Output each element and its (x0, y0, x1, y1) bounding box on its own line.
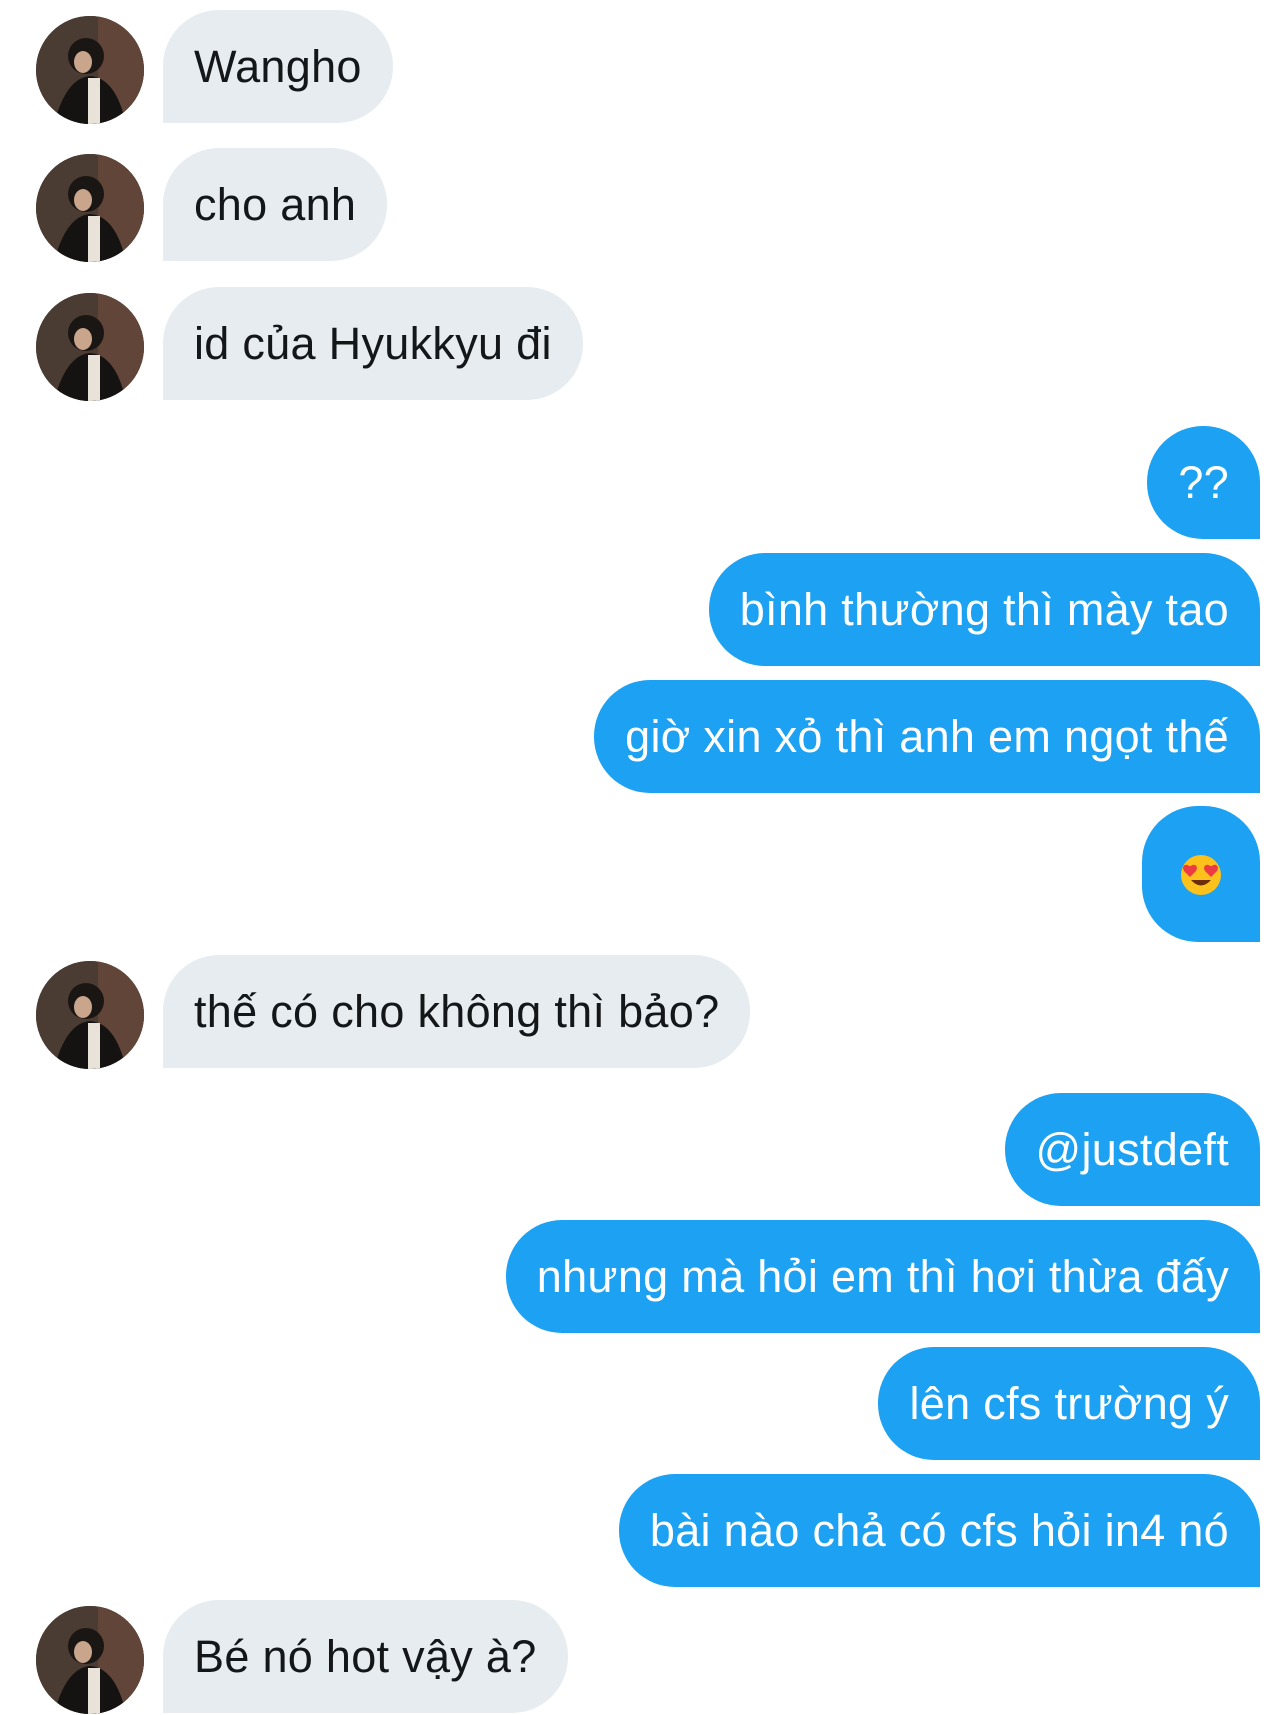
avatar[interactable] (36, 16, 144, 124)
message-bubble[interactable]: bài nào chả có cfs hỏi in4 nó (618, 1474, 1260, 1587)
message-bubble[interactable]: cho anh (163, 148, 388, 261)
message-thread[interactable]: Wangho cho anh id của Hyukkyu đi ?? bình… (0, 0, 1284, 1715)
message-bubble[interactable]: ?? (1147, 426, 1260, 539)
message-row-outgoing: bình thường thì mày tao (0, 553, 1284, 666)
message-bubble[interactable]: lên cfs trường ý (878, 1347, 1260, 1460)
message-bubble[interactable]: @justdeft (1004, 1093, 1260, 1206)
message-bubble[interactable]: nhưng mà hỏi em thì hơi thừa đấy (505, 1220, 1260, 1333)
message-bubble[interactable]: Bé nó hot vậy à? (163, 1600, 568, 1713)
message-row-outgoing (0, 806, 1284, 942)
message-row-outgoing: nhưng mà hỏi em thì hơi thừa đấy (0, 1220, 1284, 1333)
message-row-incoming: Wangho (0, 10, 1284, 124)
message-row-outgoing: ?? (0, 426, 1284, 539)
avatar[interactable] (36, 1606, 144, 1714)
message-bubble[interactable]: thế có cho không thì bảo? (163, 955, 751, 1068)
message-bubble[interactable]: giờ xin xỏ thì anh em ngọt thế (594, 680, 1260, 793)
message-row-outgoing: bài nào chả có cfs hỏi in4 nó (0, 1474, 1284, 1587)
message-row-incoming: id của Hyukkyu đi (0, 287, 1284, 401)
message-row-outgoing: giờ xin xỏ thì anh em ngọt thế (0, 680, 1284, 793)
message-row-outgoing: @justdeft (0, 1093, 1284, 1206)
message-row-outgoing: lên cfs trường ý (0, 1347, 1284, 1460)
message-row-incoming: Bé nó hot vậy à? (0, 1600, 1284, 1714)
avatar[interactable] (36, 154, 144, 262)
message-bubble[interactable]: id của Hyukkyu đi (163, 287, 583, 400)
message-row-incoming: thế có cho không thì bảo? (0, 955, 1284, 1069)
message-row-incoming: cho anh (0, 148, 1284, 262)
message-bubble[interactable]: bình thường thì mày tao (708, 553, 1260, 666)
emoji-message-bubble[interactable] (1142, 806, 1260, 942)
message-bubble[interactable]: Wangho (163, 10, 393, 123)
avatar[interactable] (36, 961, 144, 1069)
heart-eyes-emoji-icon (1181, 855, 1221, 896)
avatar[interactable] (36, 293, 144, 401)
